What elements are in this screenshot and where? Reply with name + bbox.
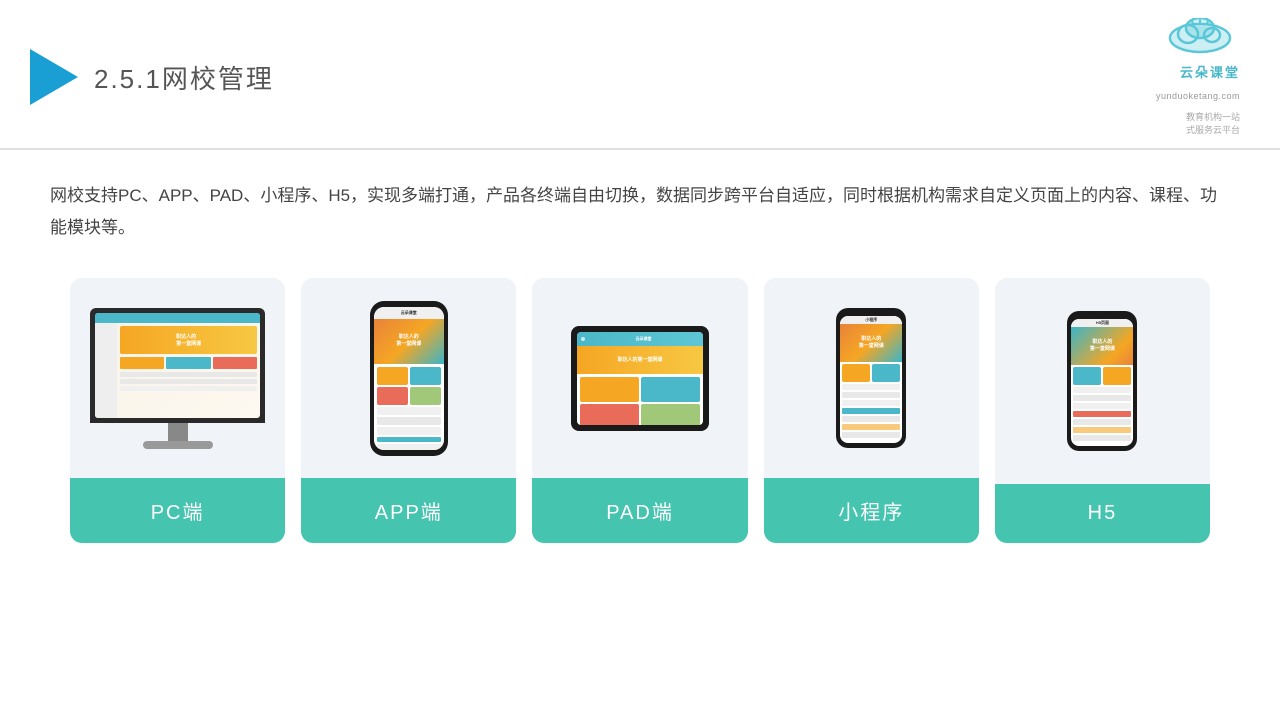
brand-slogan: 教育机构一站 式服务云平台: [1186, 111, 1240, 136]
pc-image-area: 职达人的第一堂网课: [70, 278, 285, 478]
platform-cards: 职达人的第一堂网课: [50, 278, 1230, 543]
header-left: 2.5.1网校管理: [30, 49, 274, 105]
pc-card: 职达人的第一堂网课: [70, 278, 285, 543]
pc-label: PC端: [70, 478, 285, 543]
header: 2.5.1网校管理 云朵课堂 yunduoketang.com 教育机构一站 式…: [0, 0, 1280, 150]
cloud-logo-icon: [1160, 18, 1240, 56]
brand-domain: yunduoketang.com: [1156, 91, 1240, 101]
page-title: 2.5.1网校管理: [94, 59, 274, 96]
h5-card: H5页面 职达人的第一堂网课: [995, 278, 1210, 543]
h5-label: H5: [995, 484, 1210, 543]
mini-program-image-area: 小程序 职达人的第一堂网课: [764, 278, 979, 478]
mini-program-label: 小程序: [764, 478, 979, 543]
app-card: 云朵课堂 职达人的第一堂网课: [301, 278, 516, 543]
h5-image-area: H5页面 职达人的第一堂网课: [995, 278, 1210, 484]
mini-program-card: 小程序 职达人的第一堂网课: [764, 278, 979, 543]
brand-name: 云朵课堂: [1180, 62, 1240, 81]
description-text: 网校支持PC、APP、PAD、小程序、H5，实现多端打通，产品各终端自由切换，数…: [50, 180, 1230, 243]
main-content: 网校支持PC、APP、PAD、小程序、H5，实现多端打通，产品各终端自由切换，数…: [0, 150, 1280, 563]
pad-card: 云朵课堂 职达人的第一堂网课: [532, 278, 747, 543]
mini-program-phone-icon: 小程序 职达人的第一堂网课: [836, 308, 906, 448]
pad-label: PAD端: [532, 478, 747, 543]
app-label: APP端: [301, 478, 516, 543]
title-text: 网校管理: [162, 64, 274, 94]
logo-triangle-icon: [30, 49, 78, 105]
section-number: 2.5.1: [94, 64, 162, 94]
pad-image-area: 云朵课堂 职达人的第一堂网课: [532, 278, 747, 478]
pad-tablet-icon: 云朵课堂 职达人的第一堂网课: [571, 326, 709, 431]
brand-area: 云朵课堂 yunduoketang.com 教育机构一站 式服务云平台: [1156, 18, 1240, 136]
app-image-area: 云朵课堂 职达人的第一堂网课: [301, 278, 516, 478]
pc-monitor-icon: 职达人的第一堂网课: [90, 308, 265, 449]
app-phone-icon: 云朵课堂 职达人的第一堂网课: [370, 301, 448, 456]
h5-phone-icon: H5页面 职达人的第一堂网课: [1067, 311, 1137, 451]
